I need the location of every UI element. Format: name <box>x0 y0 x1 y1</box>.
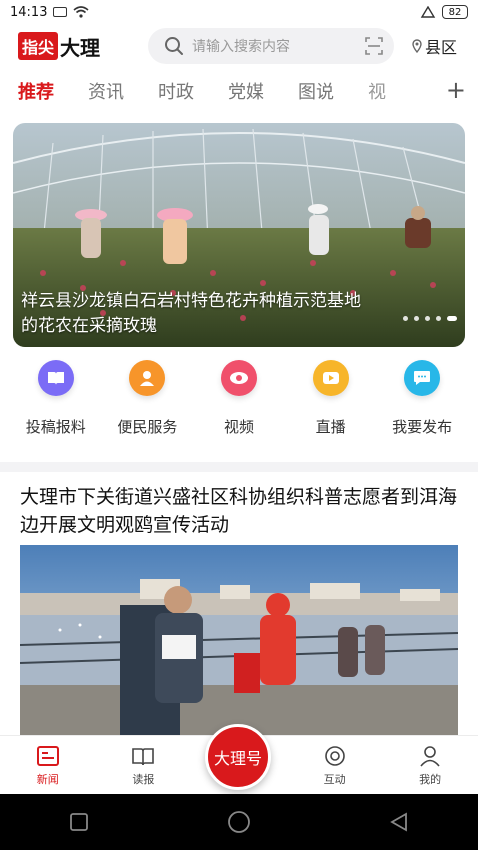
system-nav-bar <box>0 794 478 850</box>
nav-label: 新闻 <box>36 773 59 786</box>
carousel-dot-active <box>447 316 457 321</box>
carousel-dot <box>414 316 419 321</box>
quick-entry-grid: 投稿报料 便民服务 视频 直播 我要发布 <box>0 360 478 446</box>
tab-recommend[interactable]: 推荐 <box>18 78 54 104</box>
book-icon <box>37 360 74 396</box>
article-photo <box>20 545 458 735</box>
search-icon <box>165 37 183 55</box>
recent-apps-icon[interactable] <box>68 811 90 833</box>
logo-red-text: 指尖 <box>18 32 59 60</box>
chat-icon <box>404 360 441 396</box>
quick-entry-label: 视频 <box>223 418 254 436</box>
nav-label: 读报 <box>132 773 155 786</box>
battery-icon: 82 <box>442 5 468 19</box>
user-icon <box>129 360 166 396</box>
message-icon <box>53 7 68 17</box>
wifi-icon <box>73 6 89 18</box>
nav-read[interactable]: 读报 <box>108 745 178 787</box>
tab-party-media[interactable]: 党媒 <box>228 78 264 104</box>
quick-entry-label: 投稿报料 <box>25 418 86 436</box>
carousel-dot <box>403 316 408 321</box>
banner-carousel[interactable]: 祥云县沙龙镇白石岩村特色花卉种植示范基地的花农在采摘玫瑰 <box>13 123 465 347</box>
region-selector[interactable]: 县区 <box>412 34 457 58</box>
quick-entry-video[interactable]: 视频 <box>194 360 284 446</box>
banner-caption: 祥云县沙龙镇白石岩村特色花卉种植示范基地的花农在采摘玫瑰 <box>21 291 361 336</box>
nav-profile[interactable]: 我的 <box>395 745 465 787</box>
article-title[interactable]: 大理市下关街道兴盛社区科协组织科普志愿者到洱海边开展文明观鸥宣传活动 <box>20 483 462 539</box>
tab-politics[interactable]: 时政 <box>158 78 194 104</box>
quick-entry-publish[interactable]: 我要发布 <box>377 360 467 446</box>
carousel-indicator <box>403 316 457 321</box>
status-bar: 14:13 82 <box>0 0 478 24</box>
top-header: 指尖 大理 请输入搜索内容 县区 <box>0 26 478 66</box>
quick-entry-label: 便民服务 <box>117 418 178 436</box>
logo-black-text: 大理 <box>60 35 101 60</box>
tab-photo[interactable]: 图说 <box>298 78 334 104</box>
home-icon[interactable] <box>226 809 252 835</box>
tab-video[interactable]: 视 <box>368 78 386 104</box>
carousel-dot <box>425 316 430 321</box>
quick-entry-label: 直播 <box>315 418 346 436</box>
search-placeholder: 请输入搜索内容 <box>192 39 290 55</box>
quick-entry-service[interactable]: 便民服务 <box>102 360 192 446</box>
interact-icon <box>324 746 345 766</box>
app-screen: 14:13 82 指尖 大理 请输入搜索内容 县区 推荐 资讯 时政 党媒 图说 <box>0 0 478 850</box>
read-icon <box>132 748 155 766</box>
nav-news[interactable]: 新闻 <box>13 745 83 787</box>
dali-hao-button[interactable]: 大理号 <box>205 724 271 790</box>
profile-icon <box>420 746 440 767</box>
quick-entry-submit[interactable]: 投稿报料 <box>11 360 101 446</box>
eye-icon <box>220 360 257 396</box>
article-image[interactable] <box>20 545 458 735</box>
nav-interact[interactable]: 互动 <box>300 745 370 787</box>
back-icon[interactable] <box>388 811 410 833</box>
status-time: 14:13 <box>10 4 48 20</box>
tab-news[interactable]: 资讯 <box>88 78 124 104</box>
signal-icon <box>420 6 436 18</box>
nav-label: 互动 <box>323 773 346 786</box>
scan-icon[interactable] <box>364 36 384 56</box>
app-logo: 指尖 大理 <box>18 32 128 61</box>
video-icon <box>312 360 349 396</box>
nav-label: 我的 <box>419 773 442 786</box>
section-divider <box>0 462 478 472</box>
quick-entry-live[interactable]: 直播 <box>286 360 376 446</box>
quick-entry-label: 我要发布 <box>392 418 453 436</box>
channel-tabs: 推荐 资讯 时政 党媒 图说 视 + <box>0 72 478 110</box>
carousel-dot <box>436 316 441 321</box>
region-label: 县区 <box>425 38 458 57</box>
search-bar[interactable]: 请输入搜索内容 <box>148 28 394 64</box>
news-icon <box>36 746 59 766</box>
location-pin-icon <box>412 39 422 53</box>
add-channel-icon[interactable]: + <box>439 78 466 102</box>
